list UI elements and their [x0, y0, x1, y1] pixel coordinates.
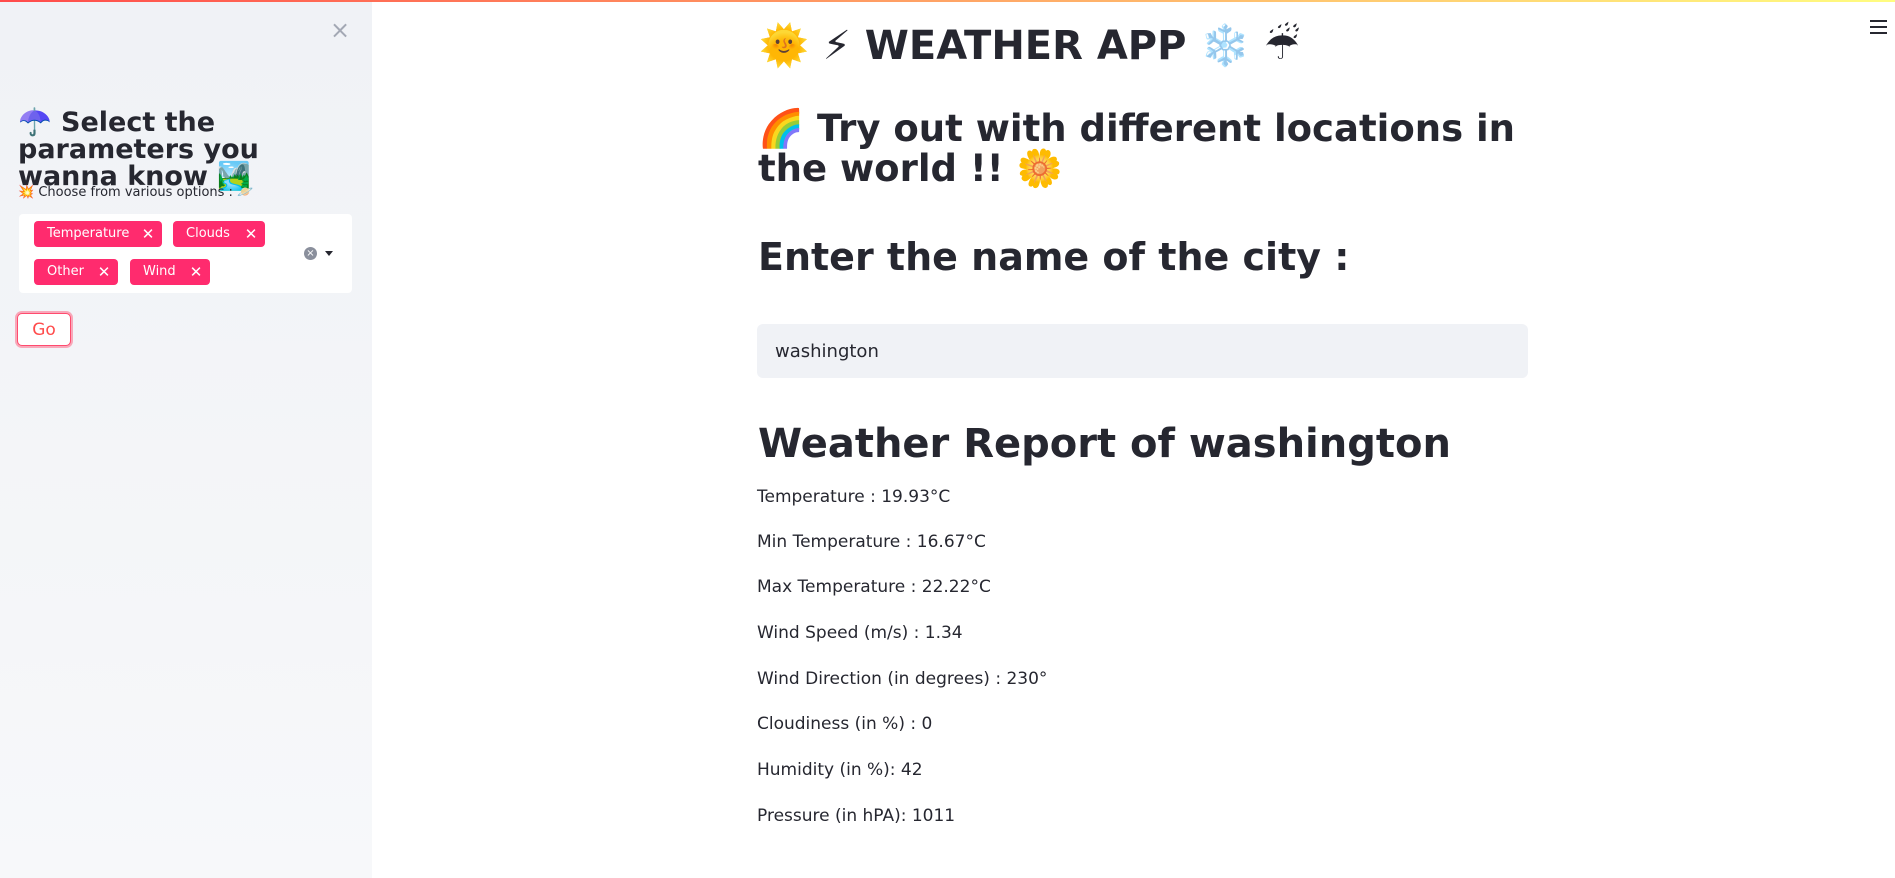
chevron-down-icon[interactable] [325, 251, 333, 256]
page-subtitle: 🌈 Try out with different locations in th… [758, 107, 1516, 190]
options-label: 💥 Choose from various options : 🪐 [18, 185, 254, 200]
city-label: Enter the name of the city : [758, 235, 1350, 279]
remove-tag-icon[interactable]: ✕ [140, 221, 156, 247]
report-wind-speed: Wind Speed (m/s) : 1.34 [757, 623, 963, 643]
tag-label: Wind [143, 264, 176, 279]
tag-temperature: Temperature ✕ [34, 221, 162, 247]
sidebar: × ☂️ Select the parameters you wanna kno… [0, 2, 372, 878]
go-button[interactable]: Go [17, 313, 71, 346]
report-max-temperature: Max Temperature : 22.22°C [757, 577, 991, 597]
report-pressure: Pressure (in hPA): 1011 [757, 806, 956, 826]
page-title: 🌞 ⚡ WEATHER APP ❄️ ☔ [759, 23, 1300, 69]
remove-tag-icon[interactable]: ✕ [188, 259, 204, 285]
tag-other: Other ✕ [34, 259, 118, 285]
sidebar-title: ☂️ Select the parameters you wanna know … [18, 107, 259, 192]
report-temperature: Temperature : 19.93°C [757, 487, 951, 507]
remove-tag-icon[interactable]: ✕ [243, 221, 259, 247]
hamburger-menu-icon[interactable] [1870, 20, 1887, 36]
close-icon[interactable]: × [329, 18, 351, 42]
report-heading: Weather Report of washington [758, 421, 1451, 467]
report-wind-direction: Wind Direction (in degrees) : 230° [757, 669, 1048, 689]
tag-label: Temperature [47, 226, 130, 241]
tag-wind: Wind ✕ [130, 259, 210, 285]
tag-clouds: Clouds ✕ [173, 221, 265, 247]
tag-label: Clouds [186, 226, 230, 241]
tag-label: Other [47, 264, 84, 279]
clear-icon[interactable]: × [304, 247, 317, 260]
remove-tag-icon[interactable]: ✕ [96, 259, 112, 285]
report-cloudiness: Cloudiness (in %) : 0 [757, 714, 933, 734]
city-input[interactable] [757, 324, 1528, 378]
report-humidity: Humidity (in %): 42 [757, 760, 923, 780]
parameters-multiselect[interactable]: Temperature ✕ Clouds ✕ Other ✕ Wind ✕ × [19, 214, 352, 293]
report-min-temperature: Min Temperature : 16.67°C [757, 532, 986, 552]
